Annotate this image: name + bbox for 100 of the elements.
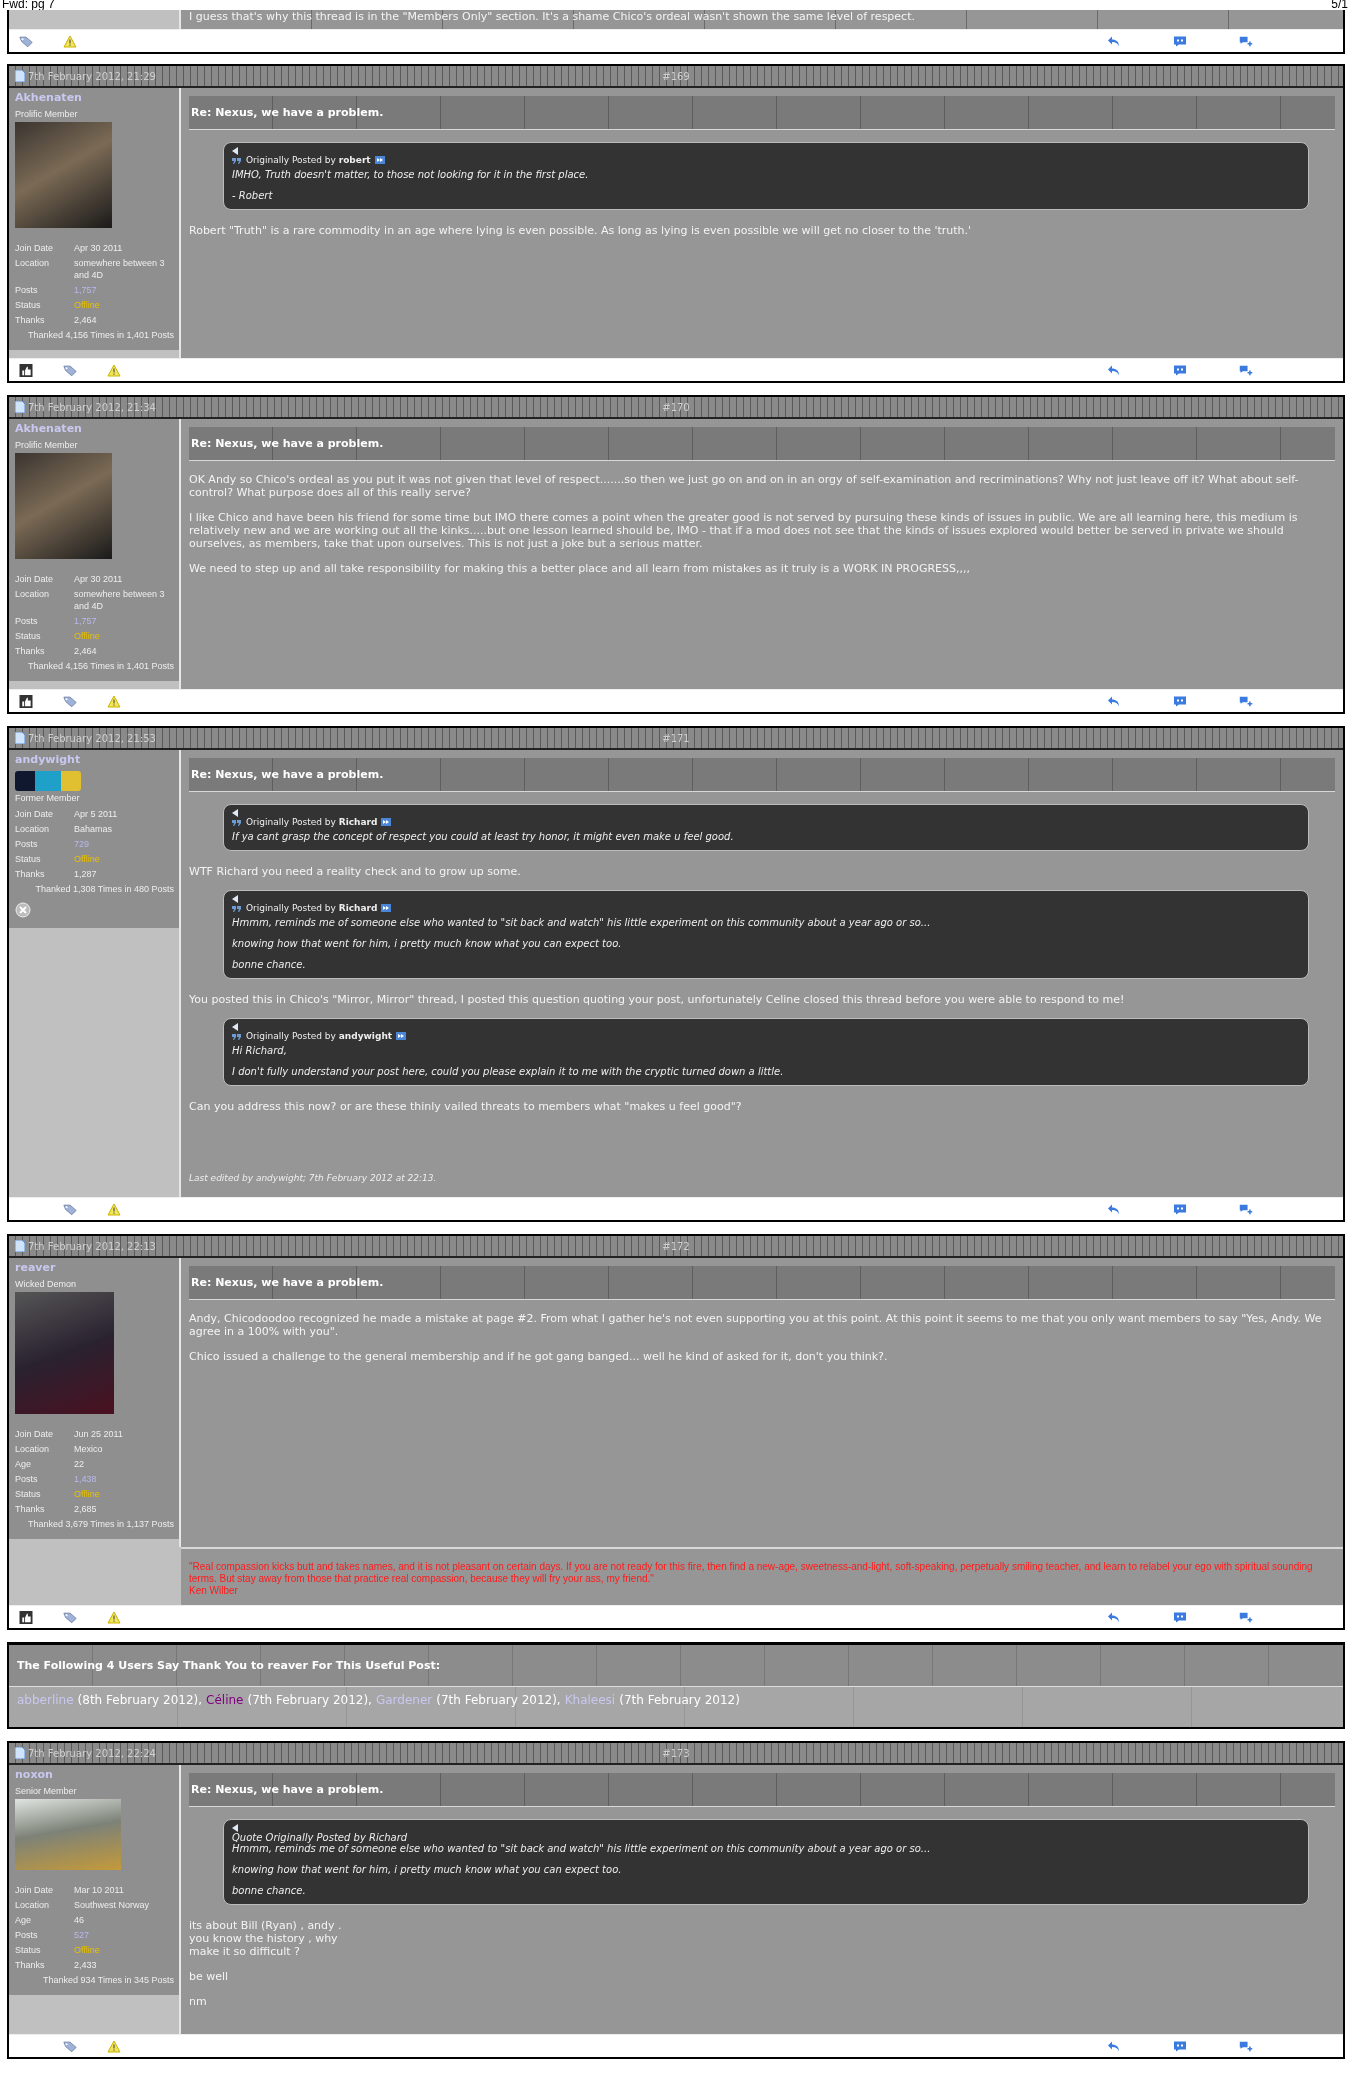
- post-date: 7th February 2012, 21:29: [28, 70, 156, 82]
- thumbs-up-icon[interactable]: [19, 363, 33, 377]
- username[interactable]: Akhenaten: [15, 91, 82, 104]
- post-date: 7th February 2012, 22:24: [28, 1747, 156, 1759]
- warning-icon[interactable]: [107, 1202, 121, 1216]
- post-number[interactable]: #171: [662, 732, 690, 744]
- multi-quote-icon[interactable]: [1239, 694, 1253, 708]
- edit-note: Last edited by andywight; 7th February 2012 at 22:13.: [189, 1173, 438, 1183]
- field-value: somewhere between 3 and 4D: [74, 588, 166, 612]
- view-post-icon[interactable]: [374, 156, 385, 164]
- quote-text: IMHO, Truth doesn't matter, to those not looking for it in the first place.: [232, 169, 590, 180]
- field-value: somewhere between 3 and 4D: [74, 257, 166, 281]
- post-number[interactable]: #170: [662, 401, 690, 413]
- warning-icon[interactable]: [107, 2039, 121, 2053]
- post-text: I guess that's why this thread is in the "Members Only" section. It's a shame Chico's ordeal wasn't shown the same level of respect.: [189, 10, 916, 23]
- post-text: its about Bill (Ryan) , andy . you know the history , why make it so difficult ?: [189, 1919, 343, 1958]
- quote-icon[interactable]: [1173, 1610, 1187, 1624]
- username[interactable]: noxon: [15, 1768, 53, 1781]
- quote-icon[interactable]: [1173, 1202, 1187, 1216]
- thanked-count: Thanked 934 Times in 345 Posts: [42, 1975, 174, 1985]
- post-number[interactable]: #172: [662, 1240, 690, 1252]
- tag-icon[interactable]: [19, 34, 33, 48]
- multi-quote-icon[interactable]: [1239, 34, 1253, 48]
- field-value: 2,685: [74, 1503, 98, 1515]
- field-label: Status: [15, 630, 42, 642]
- multi-quote-icon[interactable]: [1239, 2039, 1253, 2053]
- field-label: Join Date: [15, 242, 55, 254]
- thanker-name[interactable]: abberline: [17, 1693, 74, 1707]
- username[interactable]: Akhenaten: [15, 422, 82, 435]
- thumbs-up-icon[interactable]: [19, 1610, 33, 1624]
- post-text: Can you address this now? or are these thinly vailed threats to members what "makes u feel good"?: [189, 1100, 743, 1113]
- reply-icon[interactable]: [1107, 694, 1121, 708]
- thanked-count: Thanked 4,156 Times in 1,401 Posts: [27, 330, 174, 340]
- field-value[interactable]: 1,757: [74, 284, 174, 296]
- reply-icon[interactable]: [1107, 1610, 1121, 1624]
- user-rank: Wicked Demon: [15, 1279, 77, 1289]
- post-text: Andy, Chicodoodoo recognized he made a mistake at page #2. From what I gather he's not even supporting you at this point. At this point it seems to me that you only want members to say "Yes, Andy. We agree in a 100% with you".: [189, 1312, 1323, 1338]
- tag-icon[interactable]: [63, 694, 77, 708]
- tag-icon[interactable]: [63, 1610, 77, 1624]
- warning-icon[interactable]: [63, 34, 77, 48]
- multi-quote-icon[interactable]: [1239, 1202, 1253, 1216]
- view-post-icon[interactable]: [396, 1032, 407, 1040]
- triangle-icon: [232, 147, 238, 155]
- post-number[interactable]: #169: [662, 70, 690, 82]
- document-icon: [15, 1240, 25, 1252]
- reply-icon[interactable]: [1107, 363, 1121, 377]
- view-post-icon[interactable]: [381, 818, 392, 826]
- multi-quote-icon[interactable]: [1239, 363, 1253, 377]
- field-value[interactable]: 729: [74, 838, 174, 850]
- flag-banner-image: [15, 771, 81, 791]
- warning-icon[interactable]: [107, 363, 121, 377]
- post-number[interactable]: #173: [662, 1747, 690, 1759]
- quote-attribution: Originally Posted by Richard: [246, 817, 378, 827]
- view-post-icon[interactable]: [381, 904, 392, 912]
- quote-icon[interactable]: [1173, 34, 1187, 48]
- thanks-date: (8th February 2012),: [77, 1693, 203, 1707]
- field-value[interactable]: 1,757: [74, 615, 174, 627]
- field-value[interactable]: 1,438: [74, 1473, 174, 1485]
- quote-attribution: Originally Posted by andywight: [246, 1031, 393, 1041]
- warning-icon[interactable]: [107, 1610, 121, 1624]
- username[interactable]: andywight: [15, 753, 81, 766]
- quote-mark-icon: [232, 904, 242, 912]
- post-title-bar: Re: Nexus, we have a problem.: [189, 96, 1335, 130]
- field-label: Location: [15, 1899, 51, 1911]
- field-value: 22: [74, 1458, 85, 1470]
- username[interactable]: reaver: [15, 1261, 56, 1274]
- multi-quote-icon[interactable]: [1239, 1610, 1253, 1624]
- field-label: Location: [15, 588, 51, 601]
- quote-text: bonne chance.: [232, 959, 307, 970]
- warning-icon[interactable]: [107, 694, 121, 708]
- field-label: Status: [15, 853, 42, 865]
- field-label: Age: [15, 1458, 32, 1470]
- field-value[interactable]: 527: [74, 1929, 174, 1941]
- quote-icon[interactable]: [1173, 363, 1187, 377]
- reply-icon[interactable]: [1107, 2039, 1121, 2053]
- post-date: 7th February 2012, 21:53: [28, 732, 156, 744]
- post-date: 7th February 2012, 22:13: [28, 1240, 156, 1252]
- triangle-icon: [232, 1824, 238, 1832]
- thanker-name[interactable]: Céline: [206, 1693, 244, 1707]
- tag-icon[interactable]: [63, 1202, 77, 1216]
- quote-text: Hmmm, reminds me of someone else who wanted to "sit back and watch" his little experiment on this community about a year ago or so...: [232, 1843, 932, 1854]
- thanker-name[interactable]: Gardener: [375, 1693, 433, 1707]
- user-rank: Prolific Member: [15, 440, 78, 450]
- tag-icon[interactable]: [63, 363, 77, 377]
- quote-icon[interactable]: [1173, 694, 1187, 708]
- thumbs-up-icon[interactable]: [19, 694, 33, 708]
- quote-text: knowing how that went for him, i pretty much know what you can expect too.: [232, 1864, 623, 1875]
- page-counter: 5/1: [1331, 0, 1348, 10]
- post-title-bar: Re: Nexus, we have a problem.: [189, 1266, 1335, 1300]
- field-value: 1,287: [74, 868, 98, 880]
- thanker-name[interactable]: Khaleesi: [564, 1693, 616, 1707]
- tag-icon[interactable]: [63, 2039, 77, 2053]
- reply-icon[interactable]: [1107, 34, 1121, 48]
- quote-icon[interactable]: [1173, 2039, 1187, 2053]
- signature-text: Ken Wilber: [189, 1585, 239, 1597]
- reply-icon[interactable]: [1107, 1202, 1121, 1216]
- quote-mark-icon: [232, 818, 242, 826]
- field-label: Age: [15, 1914, 32, 1926]
- quote-text: Hmmm, reminds me of someone else who wanted to "sit back and watch" his little experiment on this community about a year ago or so...: [232, 917, 932, 928]
- field-label: Thanks: [15, 1959, 46, 1971]
